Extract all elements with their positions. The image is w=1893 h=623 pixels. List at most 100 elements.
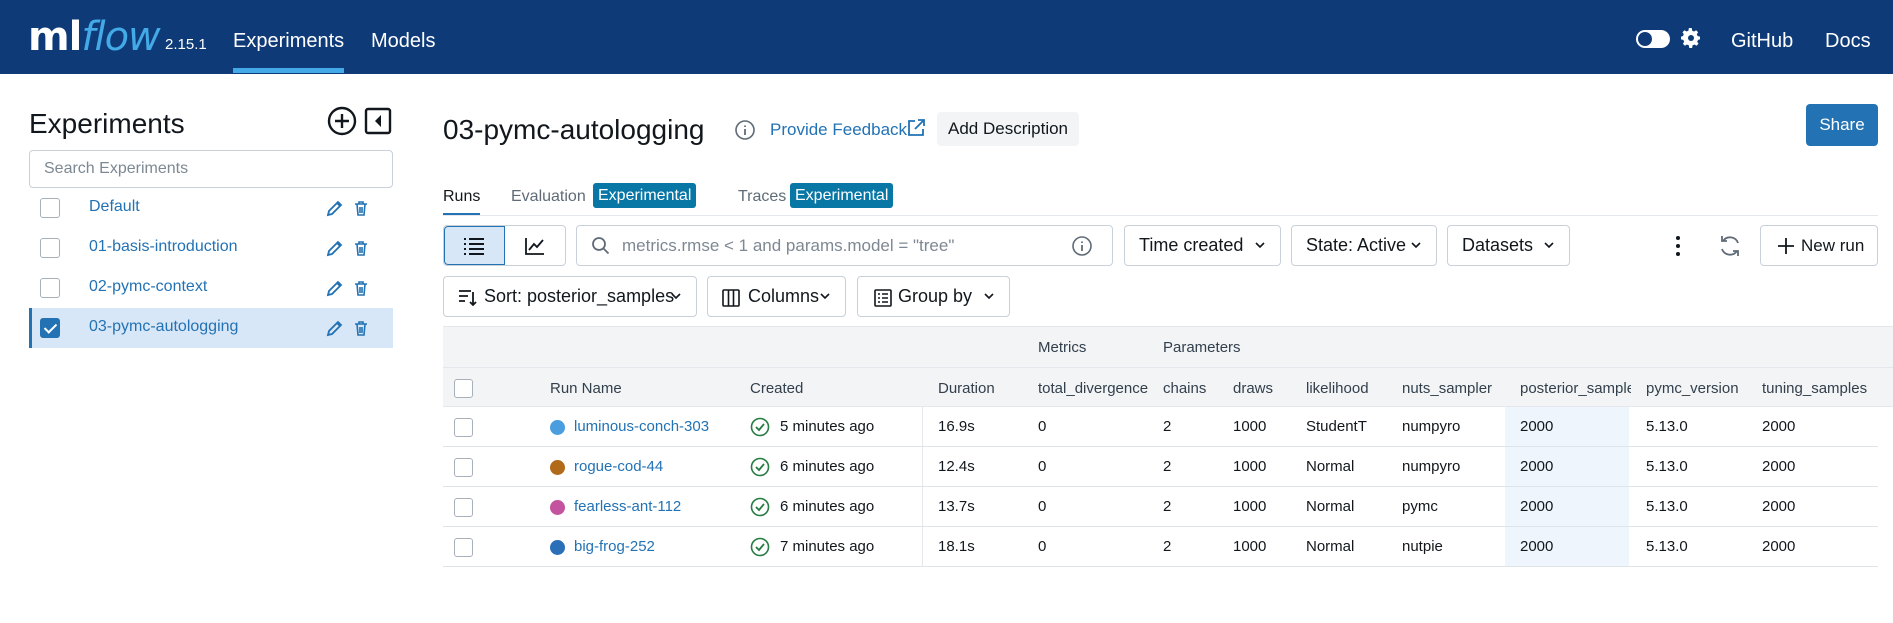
posterior-samples-cell: 2000	[1520, 458, 1554, 475]
total-divergences-cell: 0	[1038, 498, 1047, 515]
filter-input[interactable]	[622, 236, 1062, 256]
run-name-link[interactable]: big-frog-252	[574, 538, 655, 555]
table-row[interactable]: fearless-ant-112 6 minutes ago 13.7s 0 2…	[443, 487, 1878, 527]
sort-icon	[459, 290, 477, 307]
likelihood-cell: Normal	[1306, 458, 1355, 475]
row-checkbox[interactable]	[454, 458, 473, 477]
posterior-samples-cell: 2000	[1520, 418, 1554, 435]
nav-experiments[interactable]: Experiments	[233, 30, 345, 73]
table-view-button[interactable]	[444, 226, 505, 265]
trash-icon[interactable]	[353, 320, 369, 337]
header-chains[interactable]: chains	[1163, 380, 1206, 397]
pymc-version-cell: 5.13.0	[1646, 538, 1688, 555]
run-name-link[interactable]: luminous-conch-303	[574, 418, 709, 435]
experiment-item-03-pymc-autologging[interactable]: 03-pymc-autologging	[29, 308, 393, 348]
new-run-button[interactable]: New run	[1760, 225, 1878, 266]
share-button[interactable]: Share	[1806, 104, 1878, 146]
experiment-label[interactable]: 02-pymc-context	[89, 278, 207, 296]
experiment-label[interactable]: Default	[89, 198, 140, 216]
trash-icon[interactable]	[353, 280, 369, 297]
nuts-sampler-cell: numpyro	[1402, 458, 1461, 475]
add-experiment-button[interactable]	[327, 106, 357, 136]
pencil-icon[interactable]	[326, 279, 344, 297]
nuts-sampler-cell: nutpie	[1402, 538, 1443, 555]
search-experiments-input[interactable]	[29, 150, 393, 188]
tab-runs[interactable]: Runs	[443, 188, 481, 216]
header-total-divergences[interactable]: total_divergences	[1038, 380, 1148, 397]
header-duration[interactable]: Duration	[938, 380, 995, 397]
experiment-label[interactable]: 01-basis-introduction	[89, 238, 238, 256]
sort-label: Sort: posterior_samples	[484, 286, 675, 306]
experiment-checkbox[interactable]	[40, 198, 60, 218]
chart-line-icon	[524, 237, 544, 255]
info-icon[interactable]	[734, 119, 756, 141]
columns-dropdown[interactable]: Columns	[707, 276, 846, 317]
provide-feedback-link[interactable]: Provide Feedback	[770, 120, 907, 140]
datasets-dropdown[interactable]: Datasets	[1447, 225, 1570, 266]
pencil-icon[interactable]	[326, 319, 344, 337]
tab-evaluation[interactable]: Evaluation	[511, 188, 586, 206]
pymc-version-cell: 5.13.0	[1646, 498, 1688, 515]
chains-cell: 2	[1163, 498, 1172, 515]
header-tuning-samples[interactable]: tuning_samples	[1762, 380, 1867, 397]
add-description-button[interactable]: Add Description	[937, 112, 1080, 146]
duration-cell: 16.9s	[938, 418, 975, 435]
row-checkbox[interactable]	[454, 418, 473, 437]
time-created-dropdown[interactable]: Time created	[1124, 225, 1281, 266]
theme-toggle[interactable]	[1636, 30, 1670, 48]
posterior-samples-cell: 2000	[1520, 498, 1554, 515]
experiment-item-02-pymc-context[interactable]: 02-pymc-context	[29, 268, 393, 308]
external-link-icon[interactable]	[906, 118, 926, 138]
tab-divider	[443, 215, 1878, 216]
state-dropdown[interactable]: State: Active	[1291, 225, 1437, 266]
github-link[interactable]: GitHub	[1731, 30, 1793, 53]
header-nuts-sampler[interactable]: nuts_sampler	[1402, 380, 1492, 397]
collapse-sidebar-button[interactable]	[364, 107, 392, 135]
select-all-checkbox[interactable]	[454, 379, 473, 398]
header-pymc-version[interactable]: pymc_version	[1646, 380, 1739, 397]
pencil-icon[interactable]	[326, 199, 344, 217]
run-name-link[interactable]: rogue-cod-44	[574, 458, 663, 475]
experiment-item-default[interactable]: Default	[29, 188, 393, 228]
row-checkbox[interactable]	[454, 498, 473, 517]
chart-view-button[interactable]	[505, 226, 565, 265]
header-posterior-samples[interactable]: posterior_samples	[1520, 380, 1631, 397]
header-likelihood[interactable]: likelihood	[1306, 380, 1369, 397]
check-circle-icon	[750, 457, 770, 477]
group-by-dropdown[interactable]: Group by	[857, 276, 1010, 317]
docs-link[interactable]: Docs	[1825, 30, 1871, 53]
columns-label: Columns	[748, 286, 820, 306]
header-created[interactable]: Created	[750, 380, 803, 397]
experiment-label[interactable]: 03-pymc-autologging	[89, 318, 238, 336]
tab-traces[interactable]: Traces	[738, 188, 786, 206]
pencil-icon[interactable]	[326, 239, 344, 257]
experiment-checkbox[interactable]	[40, 278, 60, 298]
view-mode-toggle	[443, 225, 566, 266]
metrics-group-label: Metrics	[1038, 339, 1087, 356]
table-row[interactable]: big-frog-252 7 minutes ago 18.1s 0 2 100…	[443, 527, 1878, 567]
sort-dropdown[interactable]: Sort: posterior_samples	[443, 276, 697, 317]
pymc-version-cell: 5.13.0	[1646, 458, 1688, 475]
draws-cell: 1000	[1233, 418, 1267, 435]
row-checkbox[interactable]	[454, 538, 473, 557]
experiment-item-01-basis-introduction[interactable]: 01-basis-introduction	[29, 228, 393, 268]
table-row[interactable]: luminous-conch-303 5 minutes ago 16.9s 0…	[443, 407, 1878, 447]
trash-icon[interactable]	[353, 200, 369, 217]
refresh-icon[interactable]	[1717, 233, 1743, 259]
header-draws[interactable]: draws	[1233, 380, 1273, 397]
group-by-label: Group by	[898, 286, 973, 306]
table-row[interactable]: rogue-cod-44 6 minutes ago 12.4s 0 2 100…	[443, 447, 1878, 487]
mlflow-logo[interactable]: mlflow	[28, 14, 161, 60]
info-icon[interactable]	[1071, 235, 1093, 257]
gear-icon[interactable]	[1679, 26, 1703, 50]
nav-models[interactable]: Models	[371, 30, 435, 53]
experiment-checkbox[interactable]	[40, 318, 60, 338]
kebab-menu-icon[interactable]	[1665, 233, 1691, 259]
trash-icon[interactable]	[353, 240, 369, 257]
duration-cell: 18.1s	[938, 538, 975, 555]
experiment-checkbox[interactable]	[40, 238, 60, 258]
tuning-samples-cell: 2000	[1762, 498, 1796, 515]
header-run-name[interactable]: Run Name	[550, 380, 622, 397]
nuts-sampler-cell: pymc	[1402, 498, 1438, 515]
run-name-link[interactable]: fearless-ant-112	[574, 498, 681, 515]
